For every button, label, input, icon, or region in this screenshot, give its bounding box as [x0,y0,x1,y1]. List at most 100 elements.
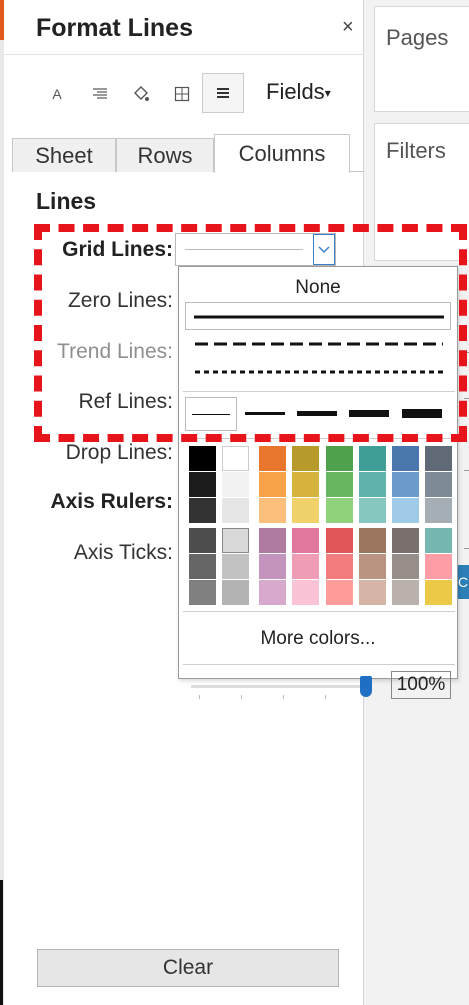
width-thinnest-option[interactable] [185,397,237,431]
color-swatch[interactable] [425,580,452,605]
fields-label: Fields [266,79,325,104]
color-swatch[interactable] [259,498,286,523]
color-swatch[interactable] [259,472,286,497]
color-swatch[interactable] [292,446,319,471]
color-swatch[interactable] [189,580,216,605]
color-swatch[interactable] [259,580,286,605]
color-swatch[interactable] [189,554,216,579]
color-swatch[interactable] [392,528,419,553]
color-swatch[interactable] [189,472,216,497]
dotted-line-option[interactable] [185,358,451,386]
none-option[interactable]: None [179,277,457,299]
drop-lines-label: Drop Lines: [65,441,173,464]
tab-columns[interactable]: Columns [214,134,350,173]
borders-icon[interactable] [166,76,198,112]
color-swatch[interactable] [292,472,319,497]
lines-icon[interactable] [202,73,244,113]
color-swatch[interactable] [292,528,319,553]
more-colors-link[interactable]: More colors... [179,628,457,650]
tab-bar: Sheet Rows Columns [12,134,364,173]
font-icon[interactable]: A [41,76,73,112]
current-line-preview [185,249,303,250]
app-dark-edge [0,880,3,1005]
color-swatch[interactable] [222,498,249,523]
color-swatch[interactable] [425,472,452,497]
shelf-edge [464,352,469,353]
width-thickest-option[interactable] [402,409,442,418]
panel-title: Format Lines [36,14,193,42]
tab-sheet[interactable]: Sheet [12,138,116,172]
width-thin-option[interactable] [245,412,285,415]
color-swatch[interactable] [392,554,419,579]
color-swatch[interactable] [292,498,319,523]
color-swatch[interactable] [326,472,353,497]
width-medium-option[interactable] [297,411,337,416]
opacity-slider-handle[interactable] [360,676,372,697]
tab-rows[interactable]: Rows [116,138,214,172]
color-swatch[interactable] [222,446,249,471]
clear-button[interactable]: Clear [37,949,339,987]
fields-dropdown[interactable]: Fields▾ [266,79,331,105]
color-swatch[interactable] [392,498,419,523]
color-swatch[interactable] [292,580,319,605]
color-swatch[interactable] [392,446,419,471]
axis-rulers-label: Axis Rulers: [50,490,173,513]
color-swatch[interactable] [222,472,249,497]
color-swatch[interactable] [359,472,386,497]
color-swatch[interactable] [222,554,249,579]
color-swatch[interactable] [326,446,353,471]
color-swatch[interactable] [392,472,419,497]
color-swatch[interactable] [359,446,386,471]
dropdown-divider [183,611,455,612]
slider-tick [199,695,200,699]
alignment-icon[interactable] [84,76,116,112]
color-swatch[interactable] [189,446,216,471]
filters-card[interactable]: Filters [374,123,469,261]
color-swatch[interactable] [222,580,249,605]
color-swatch[interactable] [189,528,216,553]
color-swatch[interactable] [326,580,353,605]
opacity-slider-track[interactable] [191,685,369,688]
color-swatch[interactable] [359,498,386,523]
dashed-line-option[interactable] [185,330,451,358]
color-swatch[interactable] [392,580,419,605]
color-swatch[interactable] [326,498,353,523]
chevron-down-icon[interactable] [313,234,335,265]
color-swatch[interactable] [259,446,286,471]
shelf-edge [464,470,469,471]
color-swatch[interactable] [259,554,286,579]
color-swatch[interactable] [292,554,319,579]
color-swatch[interactable] [222,528,249,553]
zero-lines-label: Zero Lines: [67,289,173,312]
color-swatch[interactable] [359,580,386,605]
color-swatch[interactable] [259,528,286,553]
color-swatch[interactable] [326,554,353,579]
chevron-down-icon: ▾ [324,86,331,101]
dropdown-divider [183,438,455,439]
slider-tick [283,695,284,699]
shading-icon[interactable] [125,76,157,112]
slider-tick [325,695,326,699]
shelf-edge [464,398,469,399]
grid-lines-select[interactable] [175,233,336,266]
ref-lines-label: Ref Lines: [78,390,173,413]
pages-card[interactable]: Pages [374,6,469,112]
color-swatch[interactable] [326,528,353,553]
color-swatch[interactable] [425,528,452,553]
pages-card-title: Pages [386,25,449,50]
solid-line-option[interactable] [185,302,451,330]
axis-ticks-label: Axis Ticks: [73,541,173,564]
dropdown-divider [183,664,455,665]
close-icon[interactable]: × [342,16,354,39]
opacity-input[interactable]: 100% [391,671,451,699]
line-format-dropdown: None More colors... 100% [178,266,458,699]
color-swatch[interactable] [425,554,452,579]
color-swatch[interactable] [425,446,452,471]
color-swatch[interactable] [189,498,216,523]
width-thick-option[interactable] [349,410,389,417]
dropdown-divider [183,391,455,392]
color-swatch[interactable] [359,528,386,553]
color-swatch[interactable] [359,554,386,579]
trend-lines-label: Trend Lines: [57,340,173,363]
color-swatch[interactable] [425,498,452,523]
